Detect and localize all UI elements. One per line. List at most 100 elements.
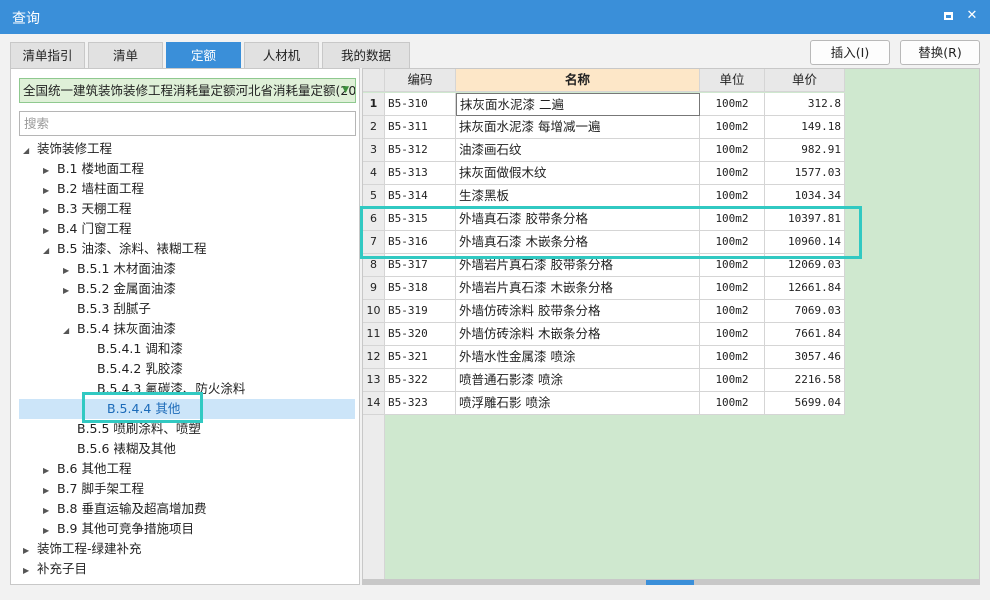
cell-name[interactable]: 喷普通石影漆 喷涂 (456, 369, 700, 392)
cell-price[interactable]: 7069.03 (765, 300, 845, 323)
tree-item[interactable]: B.5.5 喷刷涂料、喷塑 (63, 419, 201, 439)
expand-arrow-icon[interactable]: ▶ (43, 181, 57, 201)
cell-price[interactable]: 10397.81 (765, 208, 845, 231)
collapse-arrow-icon[interactable]: ◢ (23, 141, 37, 161)
cell-unit[interactable]: 100m2 (700, 254, 765, 277)
cell-name[interactable]: 喷浮雕石影 喷涂 (456, 392, 700, 415)
tab-labor-material-machine[interactable]: 人材机 (244, 42, 319, 68)
column-header-name[interactable]: 名称 (456, 69, 700, 92)
expand-arrow-icon[interactable]: ▶ (43, 201, 57, 221)
collapse-arrow-icon[interactable]: ◢ (63, 321, 77, 341)
cell-name[interactable]: 外墙水性金属漆 喷涂 (456, 346, 700, 369)
cell-unit[interactable]: 100m2 (700, 139, 765, 162)
expand-arrow-icon[interactable]: ▶ (23, 561, 37, 581)
cell-code[interactable]: B5-315 (385, 208, 456, 231)
cell-price[interactable]: 982.91 (765, 139, 845, 162)
cell-name[interactable]: 外墙岩片真石漆 木嵌条分格 (456, 277, 700, 300)
scrollbar-thumb[interactable] (646, 580, 694, 585)
tab-bill-guide[interactable]: 清单指引 (10, 42, 85, 68)
tree-item[interactable]: ▶ B.6 其他工程 (43, 459, 131, 479)
search-input[interactable]: 搜索 (19, 111, 356, 136)
close-button[interactable]: ✕ (964, 8, 980, 24)
cell-code[interactable]: B5-310 (385, 93, 456, 116)
quota-library-select[interactable]: 全国统一建筑装饰装修工程消耗量定额河北省消耗量定额(20 ▼ (19, 78, 356, 103)
expand-arrow-icon[interactable]: ▶ (43, 161, 57, 181)
collapse-arrow-icon[interactable]: ◢ (43, 241, 57, 261)
cell-price[interactable]: 12069.03 (765, 254, 845, 277)
cell-code[interactable]: B5-313 (385, 162, 456, 185)
tree-item[interactable]: ▶ B.4 门窗工程 (43, 219, 131, 239)
horizontal-scrollbar[interactable] (362, 580, 980, 585)
cell-price[interactable]: 312.8 (765, 93, 845, 116)
cell-code[interactable]: B5-321 (385, 346, 456, 369)
cell-price[interactable]: 12661.84 (765, 277, 845, 300)
cell-name[interactable]: 外墙真石漆 胶带条分格 (456, 208, 700, 231)
tree-item[interactable]: B.5.3 刮腻子 (63, 299, 151, 319)
cell-unit[interactable]: 100m2 (700, 231, 765, 254)
cell-unit[interactable]: 100m2 (700, 185, 765, 208)
cell-code[interactable]: B5-316 (385, 231, 456, 254)
cell-price[interactable]: 1034.34 (765, 185, 845, 208)
tab-bill[interactable]: 清单 (88, 42, 163, 68)
cell-name[interactable]: 抹灰面水泥漆 每增减一遍 (456, 116, 700, 139)
tree-item[interactable]: B.5.4.1 调和漆 (83, 339, 183, 359)
cell-code[interactable]: B5-322 (385, 369, 456, 392)
cell-name[interactable]: 外墙岩片真石漆 胶带条分格 (456, 254, 700, 277)
cell-code[interactable]: B5-311 (385, 116, 456, 139)
cell-name[interactable]: 外墙真石漆 木嵌条分格 (456, 231, 700, 254)
tree-item[interactable]: ▶ B.9 其他可竞争措施项目 (43, 519, 194, 539)
tree-item[interactable]: ▶ B.1 楼地面工程 (43, 159, 144, 179)
cell-unit[interactable]: 100m2 (700, 300, 765, 323)
cell-name[interactable]: 抹灰面做假木纹 (456, 162, 700, 185)
cell-code[interactable]: B5-323 (385, 392, 456, 415)
tree-item[interactable]: ▶ B.5.2 金属面油漆 (63, 279, 176, 299)
maximize-button[interactable] (940, 8, 956, 24)
expand-arrow-icon[interactable]: ▶ (63, 261, 77, 281)
cell-name[interactable]: 外墙仿砖涂料 木嵌条分格 (456, 323, 700, 346)
expand-arrow-icon[interactable]: ▶ (63, 281, 77, 301)
cell-unit[interactable]: 100m2 (700, 277, 765, 300)
tree-item[interactable]: B.5.4.3 氟碳漆、防火涂料 (83, 379, 245, 399)
cell-price[interactable]: 2216.58 (765, 369, 845, 392)
cell-price[interactable]: 10960.14 (765, 231, 845, 254)
tree-item[interactable]: B.5.6 裱糊及其他 (63, 439, 176, 459)
tree-item[interactable]: ▶ B.2 墙柱面工程 (43, 179, 144, 199)
tree-item[interactable]: ▶ 补充子目 (23, 559, 87, 579)
cell-unit[interactable]: 100m2 (700, 162, 765, 185)
tree-item[interactable]: ▶ 装饰工程-绿建补充 (23, 539, 142, 559)
cell-unit[interactable]: 100m2 (700, 116, 765, 139)
cell-name[interactable]: 生漆黑板 (456, 185, 700, 208)
cell-price[interactable]: 149.18 (765, 116, 845, 139)
column-header-price[interactable]: 单价 (765, 69, 845, 92)
cell-name[interactable]: 油漆画石纹 (456, 139, 700, 162)
cell-unit[interactable]: 100m2 (700, 369, 765, 392)
cell-unit[interactable]: 100m2 (700, 93, 765, 116)
tab-my-data[interactable]: 我的数据 (322, 42, 410, 68)
tab-quota[interactable]: 定额 (166, 42, 241, 68)
expand-arrow-icon[interactable]: ▶ (43, 521, 57, 541)
cell-code[interactable]: B5-314 (385, 185, 456, 208)
tree-item[interactable]: ▶ B.7 脚手架工程 (43, 479, 144, 499)
cell-code[interactable]: B5-318 (385, 277, 456, 300)
replace-button[interactable]: 替换(R) (900, 40, 980, 65)
cell-name[interactable]: 抹灰面水泥漆 二遍 (456, 93, 700, 116)
cell-unit[interactable]: 100m2 (700, 208, 765, 231)
expand-arrow-icon[interactable]: ▶ (43, 221, 57, 241)
column-header-unit[interactable]: 单位 (700, 69, 765, 92)
cell-price[interactable]: 7661.84 (765, 323, 845, 346)
expand-arrow-icon[interactable]: ▶ (43, 461, 57, 481)
tree-item[interactable]: ▶ B.3 天棚工程 (43, 199, 131, 219)
cell-code[interactable]: B5-320 (385, 323, 456, 346)
expand-arrow-icon[interactable]: ▶ (43, 481, 57, 501)
expand-arrow-icon[interactable]: ▶ (43, 501, 57, 521)
tree-item[interactable]: ▶ B.5.1 木材面油漆 (63, 259, 176, 279)
cell-price[interactable]: 3057.46 (765, 346, 845, 369)
cell-unit[interactable]: 100m2 (700, 346, 765, 369)
cell-unit[interactable]: 100m2 (700, 323, 765, 346)
cell-price[interactable]: 5699.04 (765, 392, 845, 415)
tree-item[interactable]: ▶ B.8 垂直运输及超高增加费 (43, 499, 206, 519)
expand-arrow-icon[interactable]: ▶ (23, 541, 37, 561)
column-header-code[interactable]: 编码 (385, 69, 456, 92)
insert-button[interactable]: 插入(I) (810, 40, 890, 65)
tree-item[interactable]: B.5.4.4 其他 (19, 399, 355, 419)
